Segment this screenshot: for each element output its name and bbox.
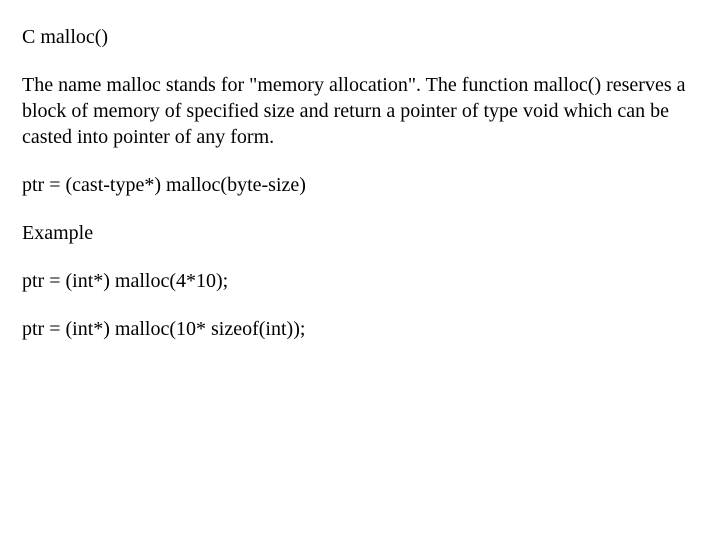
intro-paragraph: The name malloc stands for "memory alloc… <box>22 72 698 150</box>
example-label: Example <box>22 220 698 246</box>
example-line-2: ptr = (int*) malloc(10* sizeof(int)); <box>22 316 698 342</box>
syntax-line: ptr = (cast-type*) malloc(byte-size) <box>22 172 698 198</box>
example-line-1: ptr = (int*) malloc(4*10); <box>22 268 698 294</box>
page-title: C malloc() <box>22 24 698 50</box>
